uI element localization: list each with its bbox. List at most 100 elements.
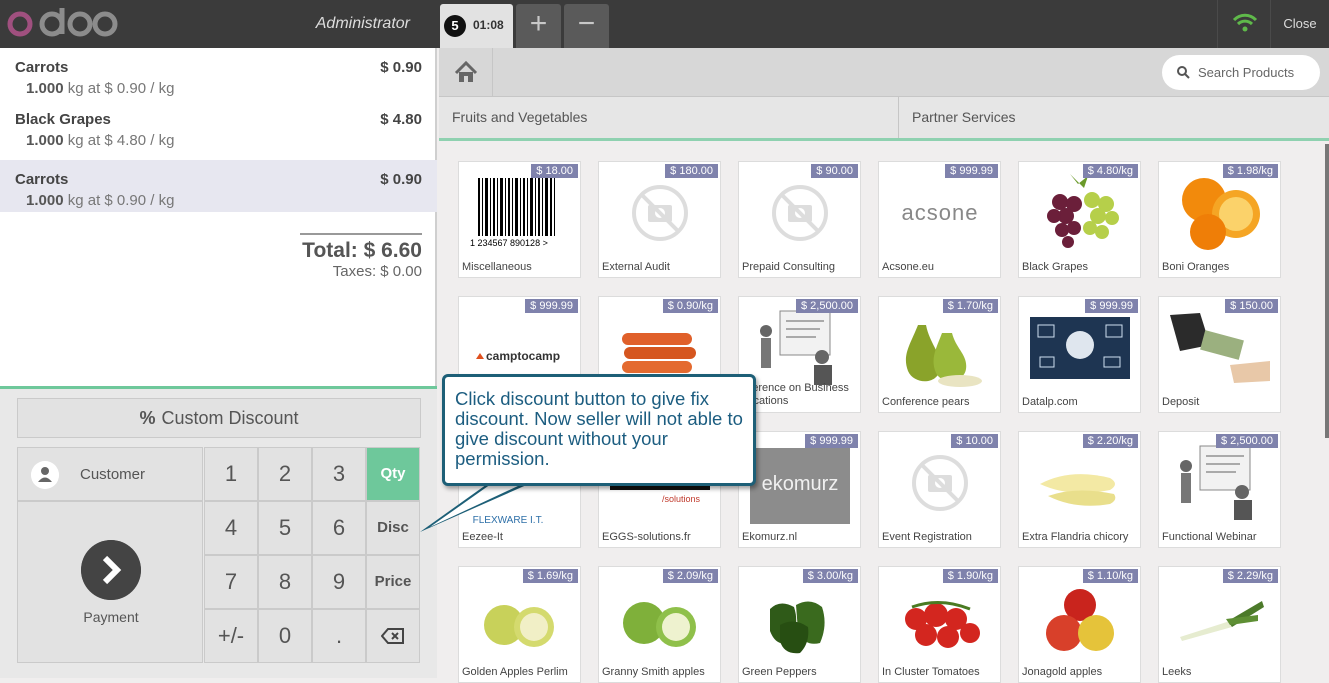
product-name: Deposit	[1162, 396, 1200, 408]
chicory-image	[1040, 474, 1116, 506]
product-list-scrollbar[interactable]	[1325, 144, 1329, 438]
numpad-key-0[interactable]: 0	[258, 609, 312, 663]
product-card[interactable]: $ 2,500.00 Conference on Business Applic…	[738, 296, 861, 413]
barcode-icon: 1 234567 890128 >	[470, 178, 555, 248]
numpad-key-plus-minus[interactable]: +/-	[204, 609, 258, 663]
numpad-key-3[interactable]: 3	[312, 447, 366, 501]
backspace-icon	[380, 628, 404, 644]
close-button[interactable]: Close	[1270, 0, 1329, 48]
order-line-info: 1.000 kg at $ 4.80 / kg	[26, 132, 175, 149]
price-mode-button[interactable]: Price	[366, 555, 420, 609]
webinar-image	[1180, 445, 1252, 520]
action-pad: % Custom Discount Customer Payment 1 2 3 …	[0, 386, 437, 678]
product-card[interactable]: $ 1.10/kg Jonagold apples	[1018, 566, 1141, 683]
numpad-key-1[interactable]: 1	[204, 447, 258, 501]
category-fruits-vegetables[interactable]: Fruits and Vegetables	[439, 97, 899, 138]
category-partner-services[interactable]: Partner Services	[899, 97, 1329, 138]
no-image-icon	[772, 185, 828, 241]
product-card[interactable]: $ 999.99 Datalp.com	[1018, 296, 1141, 413]
svg-text:ekomurz: ekomurz	[762, 473, 839, 495]
username[interactable]: Administrator	[260, 15, 410, 33]
numpad-key-5[interactable]: 5	[258, 501, 312, 555]
numpad-key-dot[interactable]: .	[312, 609, 366, 663]
order-line[interactable]: Black Grapes $ 4.80 1.000 kg at $ 4.80 /…	[0, 100, 437, 152]
disc-mode-button[interactable]: Disc	[366, 501, 420, 555]
product-price: $ 999.99	[1085, 299, 1138, 313]
order-line-selected[interactable]: Carrots $ 0.90 1.000 kg at $ 0.90 / kg	[0, 160, 437, 212]
order-tab[interactable]: 5 01:08	[440, 4, 513, 48]
order-line-info: 1.000 kg at $ 0.90 / kg	[26, 80, 175, 97]
product-name: Leeks	[1162, 666, 1192, 678]
svg-text:acsone: acsone	[902, 200, 979, 225]
product-price: $ 1.98/kg	[1222, 164, 1278, 178]
add-order-button[interactable]: +	[516, 4, 561, 48]
numpad-key-7[interactable]: 7	[204, 555, 258, 609]
order-line-name: Carrots	[15, 59, 69, 76]
datalp-image	[1030, 317, 1130, 379]
order-line-price: $ 0.90	[380, 59, 422, 76]
product-name: Black Grapes	[1022, 261, 1089, 273]
product-card[interactable]: $ 1.98/kg Boni Oranges	[1158, 161, 1281, 278]
product-card[interactable]: $ 2.29/kg Leeks	[1158, 566, 1281, 683]
product-card[interactable]: $ 1.90/kg In Cluster Tomatoes	[878, 566, 1001, 683]
payment-button[interactable]: Payment	[17, 501, 203, 663]
numpad-key-8[interactable]: 8	[258, 555, 312, 609]
order-line[interactable]: Carrots $ 0.90 1.000 kg at $ 0.90 / kg	[0, 48, 437, 100]
product-card[interactable]: $ 3.00/kg Green Peppers	[738, 566, 861, 683]
product-card[interactable]: ekomurz $ 999.99 Ekomurz.nl	[738, 431, 861, 548]
product-card[interactable]: $ 2.20/kg Extra Flandria chicory	[1018, 431, 1141, 548]
search-box[interactable]	[1162, 55, 1320, 90]
customer-button[interactable]: Customer	[17, 447, 203, 501]
pears-image	[905, 325, 982, 387]
product-price: $ 18.00	[531, 164, 578, 178]
product-name: Green Peppers	[742, 666, 817, 678]
product-card[interactable]: $ 2.09/kg Granny Smith apples	[598, 566, 721, 683]
wifi-icon	[1217, 0, 1270, 48]
numpad-key-6[interactable]: 6	[312, 501, 366, 555]
product-card[interactable]: $ 4.80/kg Black Grapes	[1018, 161, 1141, 278]
product-card[interactable]: $ 90.00 Prepaid Consulting	[738, 161, 861, 278]
chevron-right-icon	[81, 540, 141, 600]
conference-image	[760, 310, 832, 385]
product-price: $ 2.29/kg	[1222, 569, 1278, 583]
numpad-key-9[interactable]: 9	[312, 555, 366, 609]
remove-order-button[interactable]: −	[564, 4, 609, 48]
product-name: Acsone.eu	[882, 261, 934, 273]
search-input[interactable]	[1198, 62, 1313, 82]
product-name: Event Registration	[882, 531, 972, 543]
top-bar: Administrator 5 01:08 + − Close	[0, 0, 1329, 48]
green-peppers-image	[770, 601, 825, 654]
product-name: Conference pears	[882, 396, 970, 408]
custom-discount-button[interactable]: % Custom Discount	[17, 398, 421, 438]
product-price: $ 0.90/kg	[662, 299, 718, 313]
product-name: EGGS-solutions.fr	[602, 531, 691, 543]
qty-mode-button[interactable]: Qty	[366, 447, 420, 501]
backspace-button[interactable]	[366, 609, 420, 663]
tomatoes-image	[905, 601, 980, 648]
order-number: 5	[444, 15, 466, 37]
product-price: $ 180.00	[665, 164, 718, 178]
product-card[interactable]: acsone $ 999.99 Acsone.eu	[878, 161, 1001, 278]
product-name: Jonagold apples	[1022, 666, 1103, 678]
category-bar: Fruits and Vegetables Partner Services	[439, 97, 1329, 141]
numpad-key-4[interactable]: 4	[204, 501, 258, 555]
product-price: $ 90.00	[811, 164, 858, 178]
home-icon	[454, 60, 478, 82]
product-price: $ 4.80/kg	[1082, 164, 1138, 178]
product-card[interactable]: $ 2,500.00 Functional Webinar	[1158, 431, 1281, 548]
order-totals: Total: $ 6.60 Taxes: $ 0.00	[300, 233, 422, 280]
grapes-image	[1047, 174, 1119, 248]
product-name: Ekomurz.nl	[742, 531, 798, 543]
product-price: $ 10.00	[951, 434, 998, 448]
numpad-key-2[interactable]: 2	[258, 447, 312, 501]
product-card[interactable]: $ 1.69/kg Golden Apples Perlim	[458, 566, 581, 683]
product-card[interactable]: $ 10.00 Event Registration	[878, 431, 1001, 548]
product-card[interactable]: 1 234567 890128 > $ 18.00 Miscellaneous	[458, 161, 581, 278]
home-button[interactable]	[439, 48, 493, 97]
product-card[interactable]: $ 180.00 External Audit	[598, 161, 721, 278]
product-card[interactable]: $ 150.00 Deposit	[1158, 296, 1281, 413]
product-card[interactable]: $ 1.70/kg Conference pears	[878, 296, 1001, 413]
odoo-logo	[7, 8, 118, 37]
product-header	[439, 48, 1329, 97]
no-image-icon	[632, 185, 688, 241]
